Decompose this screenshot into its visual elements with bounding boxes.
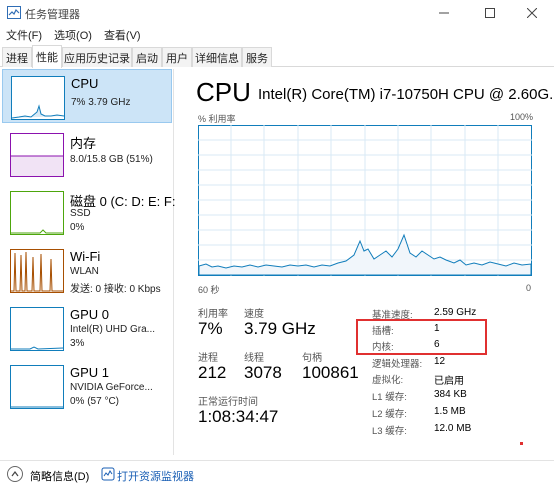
l3-cache-value: 12.0 MB	[434, 423, 472, 434]
memory-mini-graph	[10, 133, 64, 177]
menu-bar: 文件(F) 选项(O) 查看(V)	[0, 26, 554, 44]
logical-processors-value: 12	[434, 356, 446, 367]
footer-bar: 简略信息(D) 打开资源监视器	[0, 460, 554, 495]
cpu-utilization-graph	[198, 125, 532, 276]
processes-label: 进程	[198, 353, 218, 364]
handles-value: 100861	[302, 363, 359, 382]
threads-label: 线程	[244, 353, 264, 364]
sidebar-cpu-line1: 7% 3.79 GHz	[71, 97, 131, 108]
maximize-icon	[485, 8, 495, 18]
window-title: 任务管理器	[25, 9, 80, 21]
uptime-label: 正常运行时间	[198, 397, 258, 408]
sidebar-memory-line1: 8.0/15.8 GB (51%)	[70, 154, 153, 165]
menu-file[interactable]: 文件(F)	[6, 26, 42, 44]
tab-app-history[interactable]: 应用历史记录	[62, 47, 132, 67]
title-bar: 任务管理器	[0, 0, 554, 26]
sidebar-gpu1-title: GPU 1	[70, 365, 110, 380]
tab-users[interactable]: 用户	[162, 47, 192, 67]
tab-performance[interactable]: 性能	[32, 45, 62, 68]
utilization-axis-label: % 利用率	[198, 114, 236, 124]
tab-processes[interactable]: 进程	[2, 47, 32, 67]
utilization-value: 7%	[198, 319, 223, 338]
l1-cache-value: 384 KB	[434, 389, 467, 400]
resource-monitor-icon	[101, 467, 115, 481]
virtualization-label: 虚拟化:	[372, 375, 404, 386]
minimize-icon	[439, 12, 449, 14]
cpu-detail-panel: CPU Intel(R) Core(TM) i7-10750H CPU @ 2.…	[176, 67, 554, 457]
fewer-details-button[interactable]: 简略信息(D)	[30, 468, 89, 484]
close-icon	[527, 8, 537, 18]
utilization-axis-max: 100%	[510, 112, 534, 122]
speed-label: 速度	[244, 309, 264, 320]
l3-cache-label: L3 缓存:	[372, 426, 407, 437]
sidebar-item-cpu[interactable]: CPU 7% 3.79 GHz	[2, 69, 172, 123]
maximize-button[interactable]	[468, 0, 512, 26]
graph-axis-right: 0	[526, 283, 532, 293]
menu-view[interactable]: 查看(V)	[104, 26, 141, 44]
sidebar-disk-line1: SSD	[70, 208, 91, 219]
disk-mini-graph	[10, 191, 64, 235]
threads-value: 3078	[244, 363, 282, 382]
gpu0-mini-graph	[10, 307, 64, 351]
sidebar-wifi-title: Wi-Fi	[70, 249, 101, 264]
wifi-mini-graph	[10, 249, 64, 293]
sidebar-wifi-line1: WLAN	[70, 266, 99, 277]
sidebar-gpu0-line2: 3%	[70, 338, 85, 349]
uptime-value: 1:08:34:47	[198, 407, 279, 426]
performance-panel: CPU 7% 3.79 GHz 内存 8.0/15.8 GB (51%) 磁盘 …	[0, 67, 554, 457]
l2-cache-value: 1.5 MB	[434, 406, 466, 417]
tab-details[interactable]: 详细信息	[192, 47, 242, 67]
logical-processors-label: 逻辑处理器:	[372, 359, 423, 370]
sidebar-item-memory[interactable]: 内存 8.0/15.8 GB (51%)	[2, 127, 172, 181]
utilization-label: 利用率	[198, 309, 228, 320]
sidebar-item-gpu1[interactable]: GPU 1 NVIDIA GeForce... 0% (57 °C)	[2, 359, 172, 413]
tab-startup[interactable]: 启动	[132, 47, 162, 67]
speed-value: 3.79 GHz	[244, 319, 316, 338]
minimize-button[interactable]	[422, 0, 466, 26]
annotation-dot	[520, 442, 523, 445]
open-resource-monitor-link[interactable]: 打开资源监视器	[117, 468, 194, 484]
sidebar-memory-title: 内存	[70, 136, 97, 151]
tab-bar: 进程 性能 应用历史记录 启动 用户 详细信息 服务	[0, 45, 554, 68]
gpu1-mini-graph	[10, 365, 64, 409]
l1-cache-label: L1 缓存:	[372, 392, 407, 403]
close-button[interactable]	[510, 0, 554, 26]
sidebar-cpu-title: CPU	[71, 76, 99, 91]
sidebar-item-gpu0[interactable]: GPU 0 Intel(R) UHD Gra... 3%	[2, 301, 172, 355]
sidebar-item-disk[interactable]: 磁盘 0 (C: D: E: F: SSD 0%	[2, 185, 175, 239]
sidebar-gpu0-line1: Intel(R) UHD Gra...	[70, 324, 156, 335]
menu-options[interactable]: 选项(O)	[54, 26, 92, 44]
graph-axis-left: 60 秒	[198, 285, 220, 295]
sidebar-gpu1-line2: 0% (57 °C)	[70, 396, 120, 407]
task-manager-icon	[7, 6, 21, 19]
page-title: CPU	[196, 77, 251, 107]
cpu-mini-graph	[11, 76, 65, 120]
sidebar-item-wifi[interactable]: Wi-Fi WLAN 发送: 0 接收: 0 Kbps	[2, 243, 172, 297]
resource-sidebar: CPU 7% 3.79 GHz 内存 8.0/15.8 GB (51%) 磁盘 …	[2, 69, 175, 455]
highlight-annotation-box	[356, 319, 487, 355]
processes-value: 212	[198, 363, 227, 382]
sidebar-wifi-line2: 发送: 0 接收: 0 Kbps	[70, 284, 161, 295]
sidebar-gpu0-title: GPU 0	[70, 307, 110, 322]
base-speed-value: 2.59 GHz	[434, 307, 477, 318]
sidebar-disk-line2: 0%	[70, 222, 85, 233]
handles-label: 句柄	[302, 353, 322, 364]
sidebar-gpu1-line1: NVIDIA GeForce...	[70, 382, 153, 393]
virtualization-value: 已启用	[434, 376, 464, 387]
tab-services[interactable]: 服务	[242, 47, 272, 67]
cpu-model: Intel(R) Core(TM) i7-10750H CPU @ 2.60G.…	[258, 86, 554, 103]
chevron-up-icon[interactable]	[7, 466, 23, 482]
l2-cache-label: L2 缓存:	[372, 409, 407, 420]
